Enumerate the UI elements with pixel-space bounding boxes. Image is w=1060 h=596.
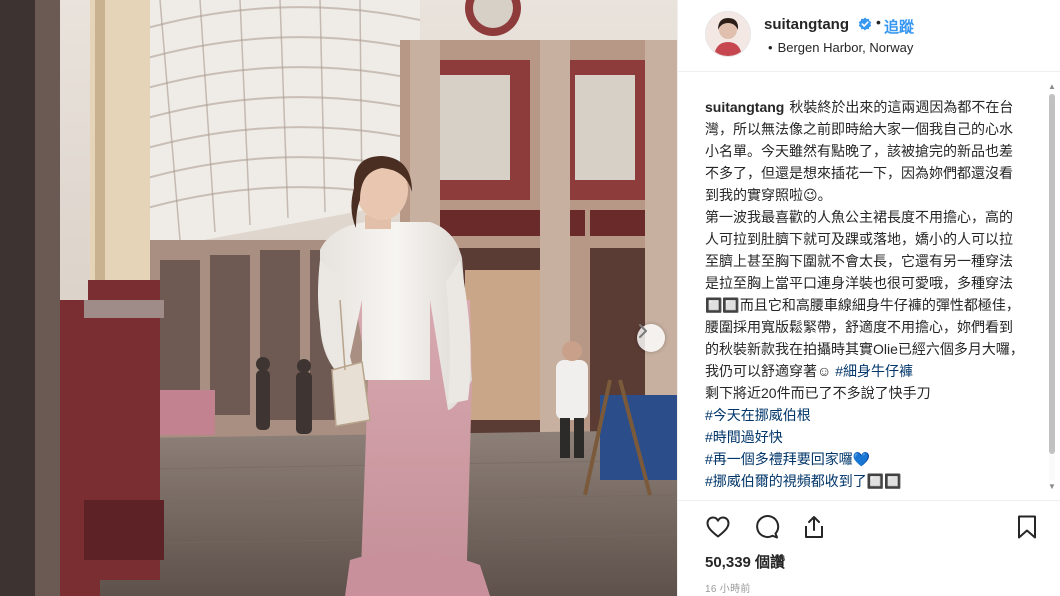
- bookmark-icon[interactable]: [1014, 514, 1040, 540]
- caption-paragraph-3: 剩下將近20件而已了不多說了快手刀: [705, 385, 931, 401]
- post-photo[interactable]: [0, 0, 677, 596]
- hashtag-link[interactable]: #挪威伯爾的視頻都收到了🔲🔲: [705, 470, 1025, 492]
- location-bullet: •: [768, 40, 773, 55]
- hashtag-link[interactable]: #再一個多禮拜要回家囉💙: [705, 448, 1025, 470]
- location-text: Bergen Harbor, Norway: [777, 40, 914, 55]
- location-link[interactable]: • Bergen Harbor, Norway: [768, 40, 913, 55]
- caption: suitangtang 秋裝終於出來的這兩週因為都不在台灣，所以無法像之前即時給大…: [705, 96, 1025, 492]
- post-timestamp: 16 小時前: [705, 584, 751, 595]
- header-separator: •: [876, 14, 881, 30]
- avatar[interactable]: [705, 11, 751, 57]
- heart-icon[interactable]: [705, 514, 731, 540]
- hashtag-link[interactable]: #今天在挪威伯根: [705, 404, 1025, 426]
- share-icon[interactable]: [801, 514, 827, 540]
- hashtag-link[interactable]: #時間過好快: [705, 426, 1025, 448]
- comments-area[interactable]: suitangtang 秋裝終於出來的這兩週因為都不在台灣，所以無法像之前即時給大…: [678, 72, 1060, 492]
- post-sidebar: suitangtang • 追蹤 • Bergen Harbor, Norway …: [677, 0, 1060, 596]
- comment-icon[interactable]: [754, 514, 780, 540]
- verified-badge-icon: [858, 17, 872, 31]
- next-photo-button[interactable]: [637, 324, 665, 352]
- likes-count[interactable]: 50,339 個讚: [705, 551, 785, 572]
- username-link[interactable]: suitangtang: [764, 16, 849, 33]
- scroll-thumb[interactable]: [1049, 94, 1055, 454]
- follow-button[interactable]: 追蹤: [884, 16, 914, 37]
- caption-username[interactable]: suitangtang: [705, 99, 784, 115]
- avatar-image: [706, 12, 750, 56]
- photo-illustration: [0, 0, 677, 596]
- scroll-down-arrow-icon[interactable]: ▼: [1047, 482, 1057, 492]
- post-actions: 50,339 個讚 16 小時前: [678, 500, 1060, 596]
- chevron-right-icon: [639, 324, 647, 338]
- scroll-up-arrow-icon[interactable]: ▲: [1047, 82, 1057, 92]
- caption-paragraph-2: 第一波我最喜歡的人魚公主裙長度不用擔心，高的人可拉到肚臍下就可及踝或落地，嬌小的…: [705, 209, 1024, 379]
- hashtag-link[interactable]: #細身牛仔褲: [835, 363, 913, 379]
- instagram-post: suitangtang • 追蹤 • Bergen Harbor, Norway …: [0, 0, 1060, 596]
- post-header: suitangtang • 追蹤 • Bergen Harbor, Norway: [678, 0, 1060, 72]
- caption-scrollbar[interactable]: ▲ ▼: [1047, 82, 1057, 492]
